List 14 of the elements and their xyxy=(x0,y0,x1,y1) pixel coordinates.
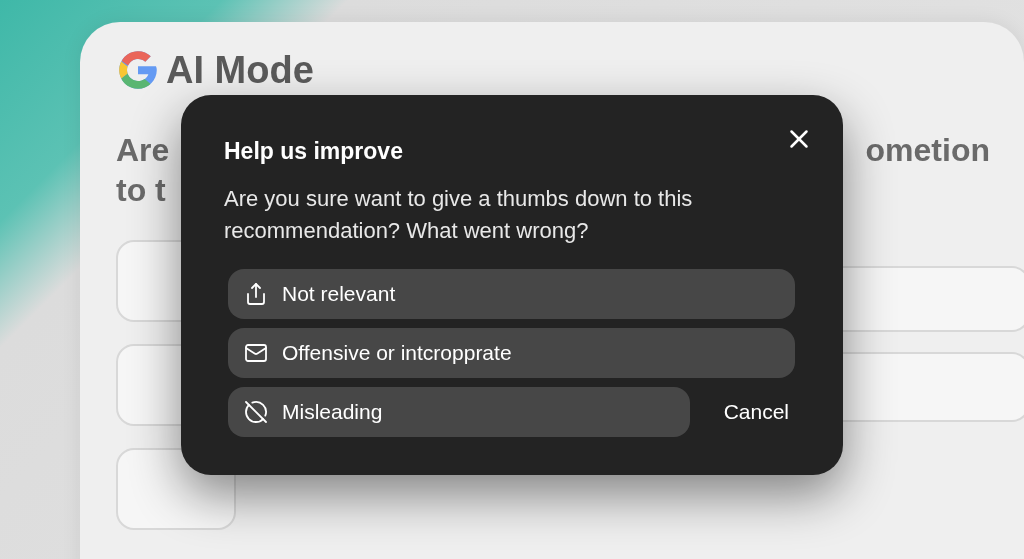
dialog-title: Help us improve xyxy=(224,137,404,166)
circle-slash-icon xyxy=(244,400,268,424)
share-icon xyxy=(244,282,268,306)
envelope-icon xyxy=(244,341,268,365)
heading-fragment: ometion xyxy=(865,131,990,170)
heading-fragment: Are xyxy=(116,131,170,170)
logo-icon xyxy=(116,48,160,92)
dialog-message: Are you sure want to give a thumbs down to this recommendation? What went wrong? xyxy=(224,185,694,245)
reason-option[interactable]: Misleading xyxy=(228,387,690,437)
reason-option[interactable]: Not relevant xyxy=(228,269,795,319)
brand-title: AI Mode xyxy=(166,48,314,92)
heading-fragment: to t xyxy=(116,171,166,210)
cancel-button[interactable]: Cancel xyxy=(723,396,789,428)
reason-option[interactable]: Offensive or intcropprate xyxy=(228,328,795,378)
